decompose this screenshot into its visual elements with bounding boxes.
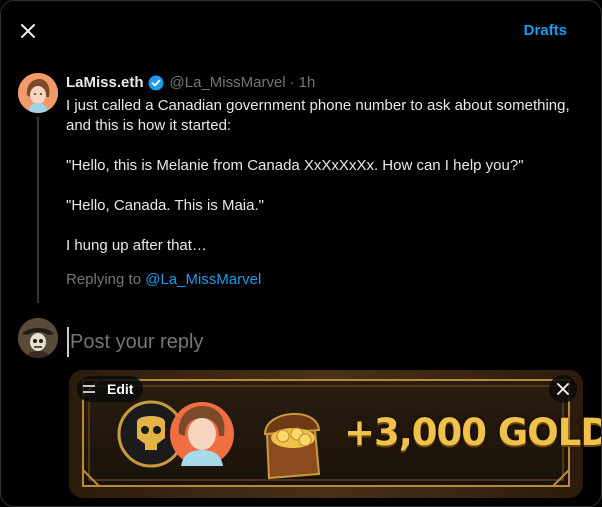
reward-text: +3,000 GOLD	[344, 411, 602, 454]
close-icon	[557, 383, 569, 395]
tweet-paragraph: I hung up after that…	[66, 237, 207, 254]
user-avatar[interactable]	[18, 318, 58, 358]
reply-modal: Drafts LaMiss.eth @La_MissMarvel · 1h I …	[0, 0, 602, 507]
reply-input[interactable]	[67, 327, 572, 357]
remove-attachment-button[interactable]	[549, 375, 577, 403]
close-button[interactable]	[14, 17, 42, 45]
edit-label: Edit	[107, 381, 134, 397]
thread-line	[37, 117, 39, 303]
author-avatar-image	[18, 73, 58, 113]
separator-dot: ·	[289, 74, 295, 91]
close-icon	[21, 24, 35, 38]
author-avatar[interactable]	[18, 73, 58, 113]
author-name[interactable]: LaMiss.eth	[66, 74, 144, 91]
tweet-paragraph: "Hello, Canada. This is Maia."	[66, 197, 264, 214]
edit-attachment-button[interactable]: Edit	[77, 376, 144, 402]
menu-icon	[83, 384, 95, 394]
drafts-button[interactable]: Drafts	[524, 22, 567, 39]
verified-badge-icon	[148, 75, 164, 91]
tweet-paragraph: "Hello, this is Melanie from Canada XxXx…	[66, 157, 524, 174]
tweet-header: LaMiss.eth @La_MissMarvel · 1h	[66, 74, 315, 91]
user-avatar-image	[18, 318, 58, 358]
replying-to-mention[interactable]: @La_MissMarvel	[145, 271, 261, 288]
replying-to-label: Replying to	[66, 271, 142, 288]
author-handle[interactable]: @La_MissMarvel	[170, 74, 286, 91]
tweet-timestamp[interactable]: 1h	[299, 74, 316, 91]
tweet-text: I just called a Canadian government phon…	[66, 96, 596, 256]
tweet-paragraph: I just called a Canadian government phon…	[66, 97, 570, 134]
replying-to-line: Replying to @La_MissMarvel	[66, 271, 261, 288]
